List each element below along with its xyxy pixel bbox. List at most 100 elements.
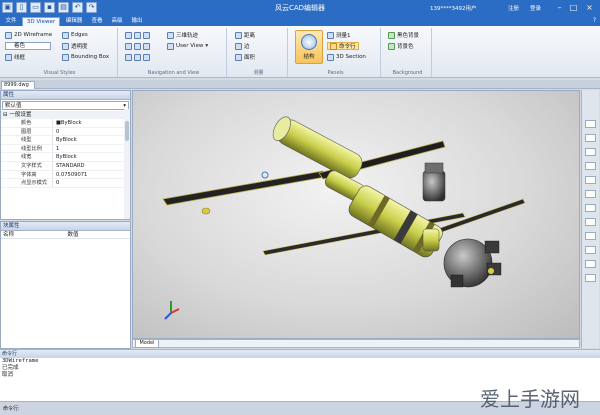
col-name[interactable]: 名称: [1, 231, 66, 238]
view-tool-icon[interactable]: [585, 274, 596, 282]
group-navigation: 三维轨迹 User View ▾ Navigation and View: [121, 28, 227, 77]
zoom-out-icon[interactable]: [134, 42, 141, 50]
black-bg-button[interactable]: 黑色背景: [388, 31, 419, 39]
command-line-button[interactable]: 命令行: [327, 42, 359, 50]
view-tool-icon[interactable]: [585, 190, 596, 198]
viewport-scrollbar[interactable]: Model: [132, 339, 580, 348]
document-tab[interactable]: 8999.dwg: [1, 81, 35, 89]
group-label-visual-styles: Visual Styles: [43, 70, 76, 76]
tab-output[interactable]: 输出: [128, 17, 146, 26]
user-view-select[interactable]: User View ▾: [167, 42, 208, 50]
prop-row[interactable]: 文字样式 STANDARD: [1, 161, 130, 171]
lines-button[interactable]: 线框: [5, 53, 25, 61]
view-tool-icon[interactable]: [585, 120, 596, 128]
view-tool-icon[interactable]: [585, 162, 596, 170]
view-tool-icon[interactable]: [585, 218, 596, 226]
command-prompt[interactable]: 命令行:: [3, 405, 20, 412]
help-icon[interactable]: ?: [593, 17, 596, 24]
open-folder-icon[interactable]: ▭: [30, 2, 41, 13]
view-tool-icon[interactable]: [585, 134, 596, 142]
col-value[interactable]: 数值: [66, 231, 131, 238]
prop-row[interactable]: 颜色 ■ByBlock: [1, 119, 130, 128]
transparency-button[interactable]: 透明度: [62, 42, 88, 50]
area-button[interactable]: 面积: [235, 53, 255, 61]
save-icon[interactable]: ▪: [44, 2, 55, 13]
prop-row[interactable]: 线宽 ByBlock: [1, 153, 130, 162]
zoom-window-icon[interactable]: [143, 42, 150, 50]
scroll-thumb[interactable]: [125, 121, 129, 141]
distance-icon: [235, 31, 242, 39]
zoom-in-icon[interactable]: [134, 31, 141, 39]
edges-icon: [62, 31, 69, 39]
view-tool-icon[interactable]: [585, 204, 596, 212]
wireframe-button[interactable]: 2D Wireframe: [5, 31, 52, 39]
app-title: 风云CAD编辑器: [274, 4, 326, 12]
close-icon[interactable]: ×: [583, 1, 596, 15]
area-icon: [235, 53, 242, 61]
prop-row[interactable]: 线型 ByBlock: [1, 136, 130, 145]
prop-row[interactable]: 点显示模式 0: [1, 179, 130, 188]
distance-button[interactable]: 距离: [235, 31, 255, 39]
measure1-button[interactable]: 测量1: [327, 31, 351, 39]
attributes-header: 块属性: [1, 222, 130, 231]
new-file-icon[interactable]: ▯: [16, 2, 27, 13]
properties-selector[interactable]: 默认值 ▾: [2, 101, 129, 110]
properties-panel: 属性 默认值 ▾ ⊟ 一般设置 颜色 ■ByBlock 图层 0 线型 ByBlock…: [0, 90, 131, 220]
model-tab[interactable]: Model: [135, 340, 159, 348]
print-icon[interactable]: ▤: [58, 2, 69, 13]
command-header: 命令行: [0, 350, 600, 358]
user-account[interactable]: 139****3492用户: [430, 4, 477, 12]
prop-row[interactable]: 图层 0: [1, 127, 130, 137]
group-panels: 结构 测量1 命令行 3D Section Panels: [291, 28, 381, 77]
quick-access-toolbar: ▣ ▯ ▭ ▪ ▤ ↶ ↷: [2, 2, 97, 13]
rotate-icon[interactable]: [125, 42, 132, 50]
visual-style-select[interactable]: 着色: [5, 42, 51, 50]
tab-editor[interactable]: 编辑器: [62, 17, 86, 26]
tab-file[interactable]: 文件: [2, 17, 20, 26]
edges-button[interactable]: Edges: [62, 31, 88, 39]
group-visual-styles: 2D Wireframe 着色 线框 Edges 透明度 Bounding Bo…: [2, 28, 118, 77]
group-label-measure: 测量: [253, 70, 264, 76]
station-module: [422, 228, 440, 252]
iso-view-icon[interactable]: [143, 53, 150, 61]
group-label-panels: Panels: [327, 70, 344, 76]
structure-button[interactable]: 结构: [295, 30, 323, 64]
pan-icon[interactable]: [125, 31, 132, 39]
3d-viewport[interactable]: [132, 90, 580, 339]
zoom-extents-icon[interactable]: [143, 31, 150, 39]
view-tool-icon[interactable]: [585, 232, 596, 240]
login-link[interactable]: 登录: [530, 4, 541, 12]
app-logo-icon[interactable]: ▣: [2, 2, 13, 13]
minimize-icon[interactable]: –: [553, 1, 566, 15]
prop-row[interactable]: 字体高 0.07509071: [1, 170, 130, 180]
properties-scrollbar[interactable]: [124, 109, 130, 219]
undo-icon[interactable]: ↶: [72, 2, 83, 13]
command-history-line: 已完成: [2, 365, 19, 371]
view-tool-icon[interactable]: [585, 176, 596, 184]
tab-3d-viewer[interactable]: 3D Viewer: [22, 17, 60, 26]
maximize-icon[interactable]: □: [567, 1, 580, 15]
tab-advanced[interactable]: 高级: [108, 17, 126, 26]
register-link[interactable]: 注册: [508, 4, 519, 12]
title-bar: ▣ ▯ ▭ ▪ ▤ ↶ ↷ 风云CAD编辑器 139****3492用户 注册 …: [0, 0, 600, 16]
view-tool-icon[interactable]: [585, 148, 596, 156]
view-tool-icon[interactable]: [585, 260, 596, 268]
tab-view[interactable]: 查看: [88, 17, 106, 26]
bg-color-button[interactable]: 背景色: [388, 42, 414, 50]
group-label-navigation: Navigation and View: [147, 70, 200, 76]
section-general[interactable]: ⊟ 一般设置: [1, 111, 130, 119]
command-history-line: 3DWireframe: [2, 358, 39, 364]
section-button[interactable]: 3D Section: [327, 53, 366, 61]
orbit-button[interactable]: 三维轨迹: [167, 31, 198, 39]
transparency-icon: [62, 42, 69, 50]
front-view-icon[interactable]: [125, 53, 132, 61]
view-tool-icon[interactable]: [585, 246, 596, 254]
top-view-icon[interactable]: [134, 53, 141, 61]
prop-row[interactable]: 线型比例 1: [1, 144, 130, 154]
ribbon-tabs: 文件 3D Viewer 编辑器 查看 高级 输出 ?: [0, 16, 600, 26]
redo-icon[interactable]: ↷: [86, 2, 97, 13]
orbit-icon: [167, 31, 174, 39]
view-cube-icon: [167, 42, 174, 50]
edge-measure-button[interactable]: 边: [235, 42, 250, 50]
bounding-box-button[interactable]: Bounding Box: [62, 53, 109, 61]
